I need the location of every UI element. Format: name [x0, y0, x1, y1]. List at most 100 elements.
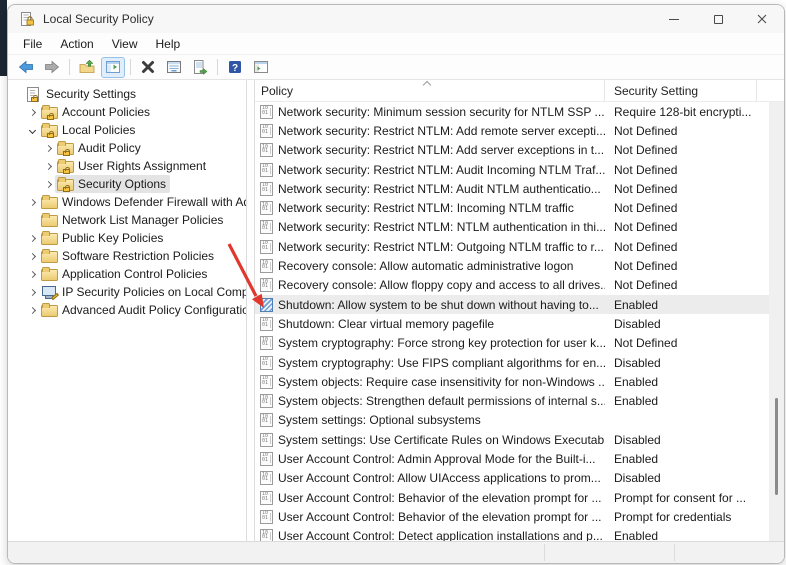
forward-button[interactable] — [40, 57, 64, 78]
tree-item-account-policies[interactable]: Account Policies — [8, 103, 246, 121]
policy-row[interactable]: System objects: Strengthen default permi… — [255, 391, 784, 410]
policy-row[interactable]: Network security: Restrict NTLM: Add ser… — [255, 141, 784, 160]
policy-row[interactable]: Recovery console: Allow floppy copy and … — [255, 276, 784, 295]
policy-document-icon — [260, 297, 273, 312]
expand-chevron-icon[interactable] — [26, 232, 39, 245]
tree-node[interactable]: User Rights Assignment — [55, 157, 210, 175]
maximize-button[interactable] — [696, 5, 740, 33]
policy-row[interactable]: Shutdown: Clear virtual memory pagefile D… — [255, 314, 784, 333]
tree-node[interactable]: Local Policies — [39, 121, 139, 139]
policy-name: User Account Control: Detect application… — [278, 529, 603, 541]
policy-name: Network security: Restrict NTLM: Add ser… — [278, 143, 605, 158]
expand-chevron-icon[interactable] — [26, 250, 39, 263]
tree-node[interactable]: Network List Manager Policies — [39, 211, 227, 229]
policy-row[interactable]: Network security: Restrict NTLM: Outgoin… — [255, 237, 784, 256]
policy-row[interactable]: System cryptography: Force strong key pr… — [255, 334, 784, 353]
policy-name: System settings: Use Certificate Rules o… — [278, 432, 605, 447]
tree-node[interactable]: IP Security Policies on Local Compute — [39, 283, 246, 301]
scrollbar-thumb[interactable] — [775, 398, 778, 495]
expand-chevron-icon[interactable] — [26, 286, 39, 299]
properties-button[interactable] — [162, 57, 186, 78]
lock-badge-icon — [63, 166, 70, 174]
tree-item-local-policies[interactable]: Local Policies — [8, 121, 246, 139]
tree-item-ip-security-policies-on-local-compute[interactable]: IP Security Policies on Local Compute — [8, 283, 246, 301]
policy-row[interactable]: System settings: Optional subsystems — [255, 411, 784, 430]
new-window-button[interactable] — [249, 57, 273, 78]
tree-item-user-rights-assignment[interactable]: User Rights Assignment — [8, 157, 246, 175]
policy-row[interactable]: System settings: Use Certificate Rules o… — [255, 430, 784, 449]
policy-row[interactable]: Network security: Restrict NTLM: Audit I… — [255, 160, 784, 179]
folder-lock-icon — [41, 105, 58, 120]
tree-item-advanced-audit-policy-configuration[interactable]: Advanced Audit Policy Configuration — [8, 301, 246, 319]
minimize-button[interactable] — [652, 5, 696, 33]
policy-row[interactable]: Network security: Restrict NTLM: Add rem… — [255, 121, 784, 140]
expand-chevron-icon[interactable] — [42, 160, 55, 173]
tree-node[interactable]: Security Options — [55, 175, 171, 193]
tree-item-security-options[interactable]: Security Options — [8, 175, 246, 193]
policy-setting: Disabled — [614, 471, 661, 486]
help-button[interactable]: ? — [223, 57, 247, 78]
tree-item-label: Advanced Audit Policy Configuration — [62, 303, 247, 317]
tree-item-public-key-policies[interactable]: Public Key Policies — [8, 229, 246, 247]
tree-item-software-restriction-policies[interactable]: Software Restriction Policies — [8, 247, 246, 265]
tree-node[interactable]: Windows Defender Firewall with Adva — [39, 193, 246, 211]
policy-document-icon — [260, 278, 273, 293]
policy-row[interactable]: Network security: Minimum session securi… — [255, 102, 784, 121]
policy-name: User Account Control: Behavior of the el… — [278, 490, 602, 505]
vertical-scrollbar[interactable] — [769, 102, 784, 541]
delete-button[interactable] — [136, 57, 160, 78]
policy-setting: Prompt for consent for ... — [614, 490, 747, 505]
policy-row[interactable]: Shutdown: Allow system to be shut down w… — [255, 294, 784, 315]
tree-item-application-control-policies[interactable]: Application Control Policies — [8, 265, 246, 283]
show-console-tree-button[interactable] — [101, 56, 125, 78]
expand-chevron-icon[interactable] — [26, 124, 39, 137]
policy-row[interactable]: User Account Control: Detect application… — [255, 527, 784, 541]
expand-chevron-icon[interactable] — [42, 142, 55, 155]
policy-row[interactable]: Network security: Restrict NTLM: Incomin… — [255, 198, 784, 217]
menu-file[interactable]: File — [14, 35, 51, 53]
list-rows: Network security: Minimum session securi… — [255, 102, 784, 541]
close-button[interactable] — [740, 5, 784, 33]
policy-row[interactable]: System objects: Require case insensitivi… — [255, 372, 784, 391]
expand-chevron-icon[interactable] — [26, 304, 39, 317]
policy-setting: Enabled — [614, 394, 659, 409]
expand-chevron-icon[interactable] — [26, 196, 39, 209]
policy-row[interactable]: User Account Control: Admin Approval Mod… — [255, 449, 784, 468]
back-button[interactable] — [14, 57, 38, 78]
expand-chevron-icon[interactable] — [42, 178, 55, 191]
tree-node[interactable]: Software Restriction Policies — [39, 247, 218, 265]
toolbar: ? — [8, 55, 784, 80]
policy-document-icon — [260, 394, 273, 409]
computer-icon — [41, 285, 60, 301]
policy-row[interactable]: User Account Control: Behavior of the el… — [255, 488, 784, 507]
tree-item-security-settings[interactable]: Security Settings — [8, 85, 246, 103]
pane-splitter[interactable] — [247, 80, 254, 541]
tree-item-windows-defender-firewall-with-adva[interactable]: Windows Defender Firewall with Adva — [8, 193, 246, 211]
expand-chevron-icon[interactable] — [26, 106, 39, 119]
menu-help[interactable]: Help — [147, 35, 190, 53]
policy-row[interactable]: Recovery console: Allow automatic admini… — [255, 256, 784, 275]
tree-node[interactable]: Account Policies — [39, 103, 154, 121]
tree-node[interactable]: Application Control Policies — [39, 265, 211, 283]
policy-row[interactable]: User Account Control: Allow UIAccess app… — [255, 469, 784, 488]
expand-chevron-icon[interactable] — [26, 268, 39, 281]
policy-row[interactable]: User Account Control: Behavior of the el… — [255, 507, 784, 526]
menu-action[interactable]: Action — [51, 35, 102, 53]
tree-node[interactable]: Public Key Policies — [39, 229, 167, 247]
column-header-policy[interactable]: Policy — [255, 80, 605, 101]
export-list-button[interactable] — [188, 57, 212, 78]
up-one-level-button[interactable] — [75, 57, 99, 78]
policy-setting: Disabled — [614, 316, 661, 331]
policy-row[interactable]: Network security: Restrict NTLM: Audit N… — [255, 179, 784, 198]
policy-row[interactable]: System cryptography: Use FIPS compliant … — [255, 353, 784, 372]
policy-document-icon — [260, 471, 273, 486]
policy-row[interactable]: Network security: Restrict NTLM: NTLM au… — [255, 218, 784, 237]
tree-node[interactable]: Security Settings — [23, 85, 140, 103]
column-header-security-setting[interactable]: Security Setting — [605, 80, 757, 101]
tree-item-network-list-manager-policies[interactable]: Network List Manager Policies — [8, 211, 246, 229]
tree-node[interactable]: Advanced Audit Policy Configuration — [39, 301, 247, 319]
tree-node[interactable]: Audit Policy — [55, 139, 145, 157]
policy-name: System objects: Strengthen default permi… — [278, 394, 605, 409]
menu-view[interactable]: View — [103, 35, 147, 53]
tree-item-audit-policy[interactable]: Audit Policy — [8, 139, 246, 157]
